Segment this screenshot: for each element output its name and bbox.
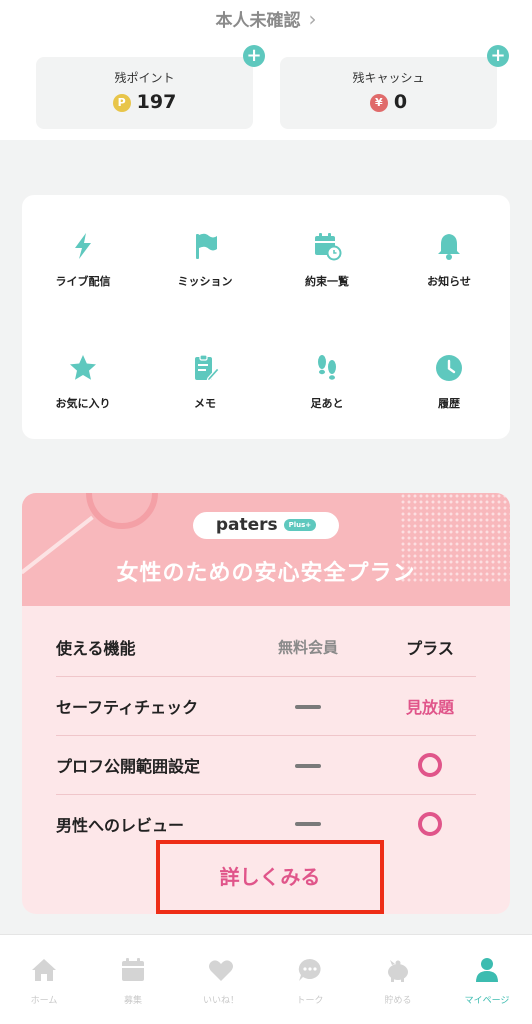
clock-icon (436, 355, 462, 381)
tab-label: ホーム (30, 996, 58, 1006)
verify-text: 本人未確認 (215, 11, 301, 31)
dash-icon (295, 763, 321, 768)
tab-mypage[interactable]: マイページ (443, 957, 531, 1006)
logo-text: paters (215, 515, 278, 535)
decorative-ring (86, 493, 158, 529)
menu-item-label: 約束一覧 (305, 275, 349, 288)
tab-save[interactable]: 貯める (354, 957, 442, 1006)
yen-coin-icon: ¥ (369, 94, 388, 112)
plan-header: paters Plus+ 女性のための安心安全プラン (22, 493, 510, 606)
plus-value-circle (390, 811, 470, 836)
menu-item-label: ライブ配信 (55, 275, 111, 288)
tab-likes[interactable]: いいね！ (177, 957, 265, 1006)
cash-value: 0 (393, 91, 408, 113)
bell-icon (438, 234, 460, 260)
flag-icon (196, 233, 217, 259)
tab-label: トーク (296, 996, 324, 1006)
person-icon (476, 958, 498, 982)
tab-label: 募集 (123, 996, 142, 1006)
menu-item-appointments[interactable]: 約束一覧 (266, 231, 388, 289)
points-label: 残ポイント (114, 71, 175, 85)
add-points-button[interactable]: + (243, 45, 265, 67)
account-summary: 本人未確認 › 残ポイント P 197 + 残キャッシュ ¥0 + (0, 0, 532, 140)
chat-icon (298, 958, 321, 981)
plus-value-circle (390, 753, 470, 777)
cash-balance-card: 残キャッシュ ¥0 + (280, 45, 509, 129)
plan-title: 女性のための安心安全プラン (116, 561, 416, 586)
menu-item-mission[interactable]: ミッション (144, 231, 266, 289)
piggy-bank-icon (388, 960, 408, 982)
tab-label: 貯める (384, 996, 412, 1006)
free-value-dash (268, 697, 348, 715)
menu-item-label: 履歴 (438, 397, 460, 410)
dash-icon (295, 822, 321, 826)
feature-name: 男性へのレビュー (56, 815, 185, 835)
points-balance-card: 残ポイント P 197 + (36, 45, 265, 129)
see-details-button[interactable]: 詳しくみる (156, 840, 384, 914)
bottom-tab-bar: ホーム 募集 いいね！ トーク 貯める マイページ (0, 934, 532, 1024)
menu-item-history[interactable]: 履歴 (388, 353, 510, 411)
menu-item-label: メモ (194, 397, 216, 410)
comparison-row: プロフ公開範囲設定 (56, 736, 476, 795)
menu-item-live[interactable]: ライブ配信 (22, 231, 144, 289)
free-column-header: 無料会員 (277, 638, 338, 657)
feature-name: プロフ公開範囲設定 (56, 757, 201, 776)
circle-icon (418, 811, 442, 836)
menu-item-footprints[interactable]: 足あと (266, 353, 388, 411)
heart-icon (209, 960, 233, 981)
calendar-clock-icon (315, 233, 342, 261)
identity-verification-link[interactable]: 本人未確認 › (0, 6, 532, 31)
cash-label: 残キャッシュ (352, 71, 425, 85)
footprints-icon (318, 355, 336, 380)
tab-home[interactable]: ホーム (0, 957, 88, 1006)
menu-item-label: お気に入り (55, 397, 111, 410)
menu-item-favorites[interactable]: お気に入り (22, 353, 144, 411)
plus-badge: Plus+ (283, 519, 317, 531)
comparison-row: セーフティチェック 見放題 (56, 677, 476, 736)
chevron-right-icon: › (308, 7, 317, 31)
tab-label: マイページ (464, 996, 510, 1006)
tab-talk[interactable]: トーク (266, 957, 354, 1006)
star-icon (70, 355, 96, 380)
home-icon (32, 959, 56, 981)
menu-item-notifications[interactable]: お知らせ (388, 231, 510, 289)
lightning-icon (75, 233, 91, 259)
circle-icon (418, 753, 442, 777)
dash-icon (295, 704, 321, 709)
calendar-icon (122, 958, 144, 981)
comparison-header-row: 使える機能 無料会員 プラス (56, 618, 476, 677)
add-cash-button[interactable]: + (487, 45, 509, 67)
points-value: 197 (136, 91, 177, 113)
tab-label: いいね！ (202, 996, 239, 1006)
feature-column-header: 使える機能 (56, 639, 136, 658)
menu-item-label: ミッション (177, 275, 233, 288)
menu-item-memo[interactable]: メモ (144, 353, 266, 411)
points-value-row: P 197 (36, 91, 253, 113)
clipboard-pen-icon (195, 354, 220, 382)
plus-column-header: プラス (406, 639, 454, 658)
menu-item-label: お知らせ (427, 275, 471, 288)
free-value-dash (268, 815, 348, 833)
paters-plus-logo: paters Plus+ (193, 512, 339, 539)
point-coin-icon: P (112, 94, 131, 112)
feature-name: セーフティチェック (56, 698, 199, 717)
tab-recruit[interactable]: 募集 (89, 957, 177, 1006)
feature-menu-grid: ライブ配信 ミッション 約束一覧 お知らせ お気に入り メモ 足あと 履歴 (22, 195, 510, 439)
plus-value: 見放題 (405, 698, 454, 717)
free-value-dash (268, 756, 348, 774)
cash-value-row: ¥0 (280, 91, 497, 113)
menu-item-label: 足あと (310, 397, 344, 410)
